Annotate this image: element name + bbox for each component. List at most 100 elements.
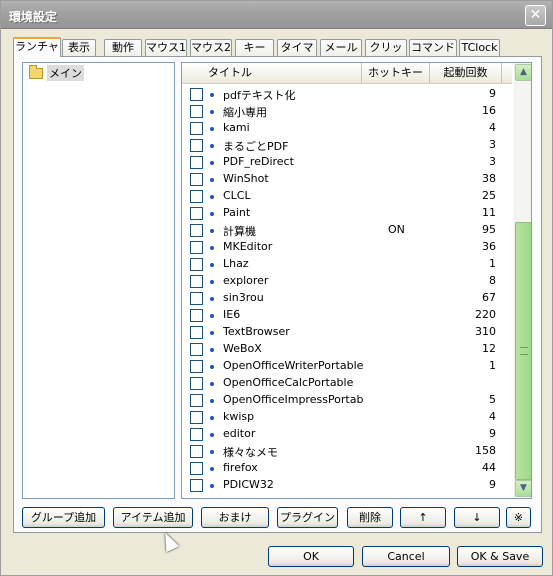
- tab-behavior[interactable]: 動作: [104, 39, 142, 56]
- row-checkbox[interactable]: [190, 139, 203, 152]
- tab-display[interactable]: 表示: [62, 39, 96, 56]
- ok-save-button[interactable]: OK & Save: [457, 546, 543, 567]
- column-hotkey[interactable]: ホットキー: [362, 63, 430, 83]
- row-count: 4: [489, 410, 496, 423]
- close-button[interactable]: ✕: [525, 5, 546, 26]
- grip-icon: [520, 347, 528, 355]
- move-down-button[interactable]: ↓: [454, 507, 500, 528]
- table-row[interactable]: pdfテキスト化 9: [182, 85, 512, 102]
- column-count[interactable]: 起動回数: [430, 63, 502, 83]
- item-bullet-icon: [210, 178, 214, 182]
- row-checkbox[interactable]: [190, 105, 203, 118]
- scroll-thumb[interactable]: [515, 222, 531, 480]
- tab-mouse2[interactable]: マウス2: [190, 39, 232, 56]
- table-row[interactable]: editor 9: [182, 425, 512, 442]
- row-checkbox[interactable]: [190, 275, 203, 288]
- tab-mouse1[interactable]: マウス1: [145, 39, 187, 56]
- row-checkbox[interactable]: [190, 428, 203, 441]
- scroll-up-button[interactable]: ▲: [515, 64, 531, 81]
- row-title: pdfテキスト化: [223, 89, 296, 102]
- ok-button[interactable]: OK: [268, 546, 354, 567]
- row-count: 9: [489, 87, 496, 100]
- row-count: 4: [489, 121, 496, 134]
- row-checkbox[interactable]: [190, 173, 203, 186]
- table-row[interactable]: OpenOfficeImpressPortab... 5: [182, 391, 512, 408]
- add-item-button[interactable]: アイテム追加: [113, 507, 193, 528]
- row-checkbox[interactable]: [190, 241, 203, 254]
- table-row[interactable]: WeBoX 12: [182, 340, 512, 357]
- table-row[interactable]: firefox 44: [182, 459, 512, 476]
- row-checkbox[interactable]: [190, 292, 203, 305]
- table-row[interactable]: IE6 220: [182, 306, 512, 323]
- tree-item-main[interactable]: メイン: [29, 64, 84, 81]
- row-checkbox[interactable]: [190, 88, 203, 101]
- table-row[interactable]: MKEditor 36: [182, 238, 512, 255]
- title-bar[interactable]: 環境設定 ✕: [1, 1, 552, 29]
- row-count: 9: [489, 478, 496, 491]
- table-row[interactable]: まるごとPDF 3: [182, 136, 512, 153]
- tab-launcher[interactable]: ランチャ: [13, 37, 61, 57]
- row-checkbox[interactable]: [190, 207, 203, 220]
- tab-clip[interactable]: クリップ: [365, 39, 407, 69]
- column-title[interactable]: タイトル: [182, 63, 362, 83]
- extras-button[interactable]: おまけ: [201, 507, 269, 528]
- row-checkbox[interactable]: [190, 309, 203, 322]
- table-row[interactable]: Lhaz 1: [182, 255, 512, 272]
- tab-mail[interactable]: メール: [320, 39, 362, 56]
- row-count: 25: [482, 189, 496, 202]
- table-row[interactable]: PDICW32 9: [182, 476, 512, 493]
- item-list[interactable]: タイトル ホットキー 起動回数 pdfテキスト化 9 縮小専用 16 kami 4 まるごと…: [181, 62, 532, 499]
- tab-tclock[interactable]: TClock: [459, 39, 500, 56]
- item-bullet-icon: [210, 331, 214, 335]
- cancel-button[interactable]: Cancel: [362, 546, 450, 567]
- plugin-button[interactable]: プラグイン: [277, 507, 338, 528]
- tab-timer[interactable]: タイマ: [277, 39, 317, 56]
- table-row[interactable]: TextBrowser 310: [182, 323, 512, 340]
- table-row[interactable]: sin3rou 67: [182, 289, 512, 306]
- table-row[interactable]: 縮小専用 16: [182, 102, 512, 119]
- row-checkbox[interactable]: [190, 122, 203, 135]
- row-checkbox[interactable]: [190, 326, 203, 339]
- move-up-button[interactable]: ↑: [400, 507, 446, 528]
- row-checkbox[interactable]: [190, 258, 203, 271]
- row-checkbox[interactable]: [190, 190, 203, 203]
- row-title: WinShot: [223, 172, 269, 185]
- table-row[interactable]: OpenOfficeCalcPortable: [182, 374, 512, 391]
- add-group-button[interactable]: グループ追加: [22, 507, 105, 528]
- table-row[interactable]: PDF_reDirect 3: [182, 153, 512, 170]
- row-count: 1: [489, 257, 496, 270]
- item-bullet-icon: [210, 297, 214, 301]
- row-checkbox[interactable]: [190, 156, 203, 169]
- row-checkbox[interactable]: [190, 224, 203, 237]
- table-row[interactable]: WinShot 38: [182, 170, 512, 187]
- row-checkbox[interactable]: [190, 360, 203, 373]
- item-bullet-icon: [210, 484, 214, 488]
- row-count: 11: [482, 206, 496, 219]
- row-checkbox[interactable]: [190, 343, 203, 356]
- table-row[interactable]: CLCL 25: [182, 187, 512, 204]
- row-checkbox[interactable]: [190, 377, 203, 390]
- table-row[interactable]: 様々なメモ 158: [182, 442, 512, 459]
- table-row[interactable]: OpenOfficeWriterPortable 1: [182, 357, 512, 374]
- special-button[interactable]: ※: [506, 507, 531, 528]
- item-bullet-icon: [210, 280, 214, 284]
- row-checkbox[interactable]: [190, 462, 203, 475]
- table-row[interactable]: kami 4: [182, 119, 512, 136]
- scroll-down-button[interactable]: ▼: [515, 480, 531, 497]
- row-count: 1: [489, 359, 496, 372]
- table-row[interactable]: Paint 11: [182, 204, 512, 221]
- table-row[interactable]: explorer 8: [182, 272, 512, 289]
- table-row[interactable]: 計算機 ON 95: [182, 221, 512, 238]
- row-title: CLCL: [223, 189, 251, 202]
- row-checkbox[interactable]: [190, 479, 203, 492]
- tree-item-label: メイン: [47, 65, 84, 81]
- delete-button[interactable]: 削除: [347, 507, 393, 528]
- vertical-scrollbar[interactable]: ▲ ▼: [514, 63, 531, 498]
- tab-keys[interactable]: キー: [235, 39, 274, 56]
- row-checkbox[interactable]: [190, 411, 203, 424]
- row-checkbox[interactable]: [190, 394, 203, 407]
- table-row[interactable]: kwisp 4: [182, 408, 512, 425]
- tab-command[interactable]: コマンド: [409, 39, 457, 56]
- row-checkbox[interactable]: [190, 445, 203, 458]
- group-tree[interactable]: メイン: [22, 62, 175, 499]
